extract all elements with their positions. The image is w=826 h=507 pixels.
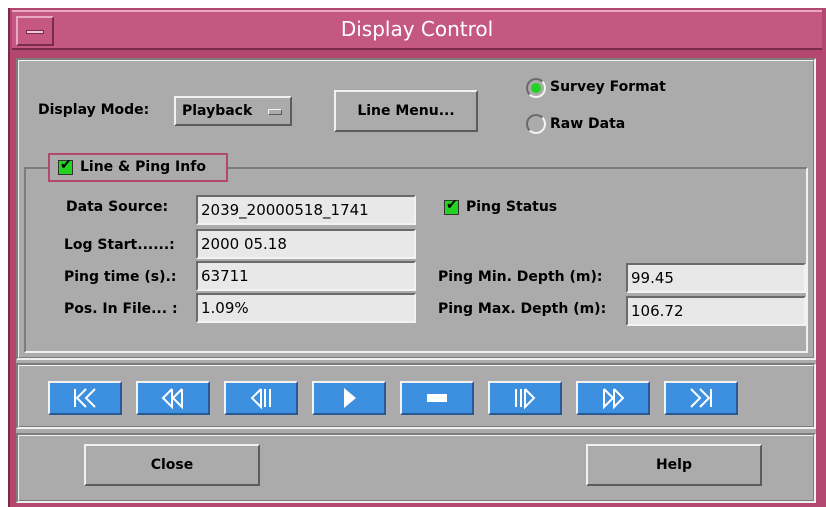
ping-max-depth-label: Ping Max. Depth (m): — [438, 301, 607, 317]
client-area: Display Mode: Playback Line Menu... Surv… — [16, 58, 816, 503]
skip-to-start-icon — [74, 388, 96, 408]
step-back-button[interactable] — [224, 381, 298, 415]
fast-forward-icon — [603, 388, 625, 409]
close-button[interactable]: Close — [84, 444, 260, 486]
window-title: Display Control — [340, 17, 494, 41]
fast-rewind-icon — [161, 388, 183, 409]
display-mode-select[interactable]: Playback — [174, 96, 292, 126]
raw-data-radio[interactable] — [526, 114, 546, 134]
display-mode-label: Display Mode: — [38, 102, 150, 118]
pos-in-file-field[interactable]: 1.09% — [196, 293, 416, 323]
data-source-label: Data Source: — [66, 199, 169, 215]
ping-status-label: Ping Status — [466, 199, 558, 215]
log-start-label: Log Start......: — [64, 237, 175, 253]
step-forward-icon — [515, 388, 536, 409]
play-button[interactable] — [312, 381, 386, 415]
line-ping-info-toggle[interactable]: ✔ Line & Ping Info — [48, 153, 228, 182]
fast-rewind-button[interactable] — [136, 381, 210, 415]
raw-data-label: Raw Data — [550, 116, 626, 132]
skip-to-end-button[interactable] — [664, 381, 738, 415]
ping-time-field[interactable]: 63711 — [196, 261, 416, 291]
pos-in-file-label: Pos. In File... : — [64, 301, 178, 317]
ping-status-checkbox[interactable]: ✔ — [444, 197, 459, 215]
help-button[interactable]: Help — [586, 444, 762, 486]
survey-format-radio[interactable] — [526, 78, 546, 98]
ping-max-depth-field[interactable]: 106.72 — [626, 296, 806, 326]
data-source-field[interactable]: 2039_20000518_1741 — [196, 195, 416, 225]
log-start-field[interactable]: 2000 05.18 — [196, 229, 416, 259]
stop-button[interactable] — [400, 381, 474, 415]
line-ping-info-label: Line & Ping Info — [80, 159, 206, 175]
ping-time-label: Ping time (s).: — [64, 269, 177, 285]
title-bar[interactable]: Display Control — [12, 10, 822, 50]
play-icon — [344, 388, 356, 408]
ping-min-depth-label: Ping Min. Depth (m): — [438, 269, 603, 285]
playback-controls-panel — [16, 363, 816, 429]
fast-forward-button[interactable] — [576, 381, 650, 415]
ping-min-depth-field[interactable]: 99.45 — [626, 263, 806, 293]
display-mode-value: Playback — [182, 103, 253, 119]
step-forward-button[interactable] — [488, 381, 562, 415]
display-control-window: Display Control Display Mode: Playback L… — [8, 8, 826, 507]
line-menu-button[interactable]: Line Menu... — [334, 90, 478, 132]
skip-to-end-icon — [690, 388, 712, 408]
step-back-icon — [250, 388, 271, 409]
skip-to-start-button[interactable] — [48, 381, 122, 415]
option-menu-indicator-icon — [268, 109, 282, 115]
stop-icon — [427, 394, 447, 402]
survey-format-label: Survey Format — [550, 79, 666, 95]
line-ping-info-checkbox[interactable]: ✔ — [58, 157, 73, 175]
